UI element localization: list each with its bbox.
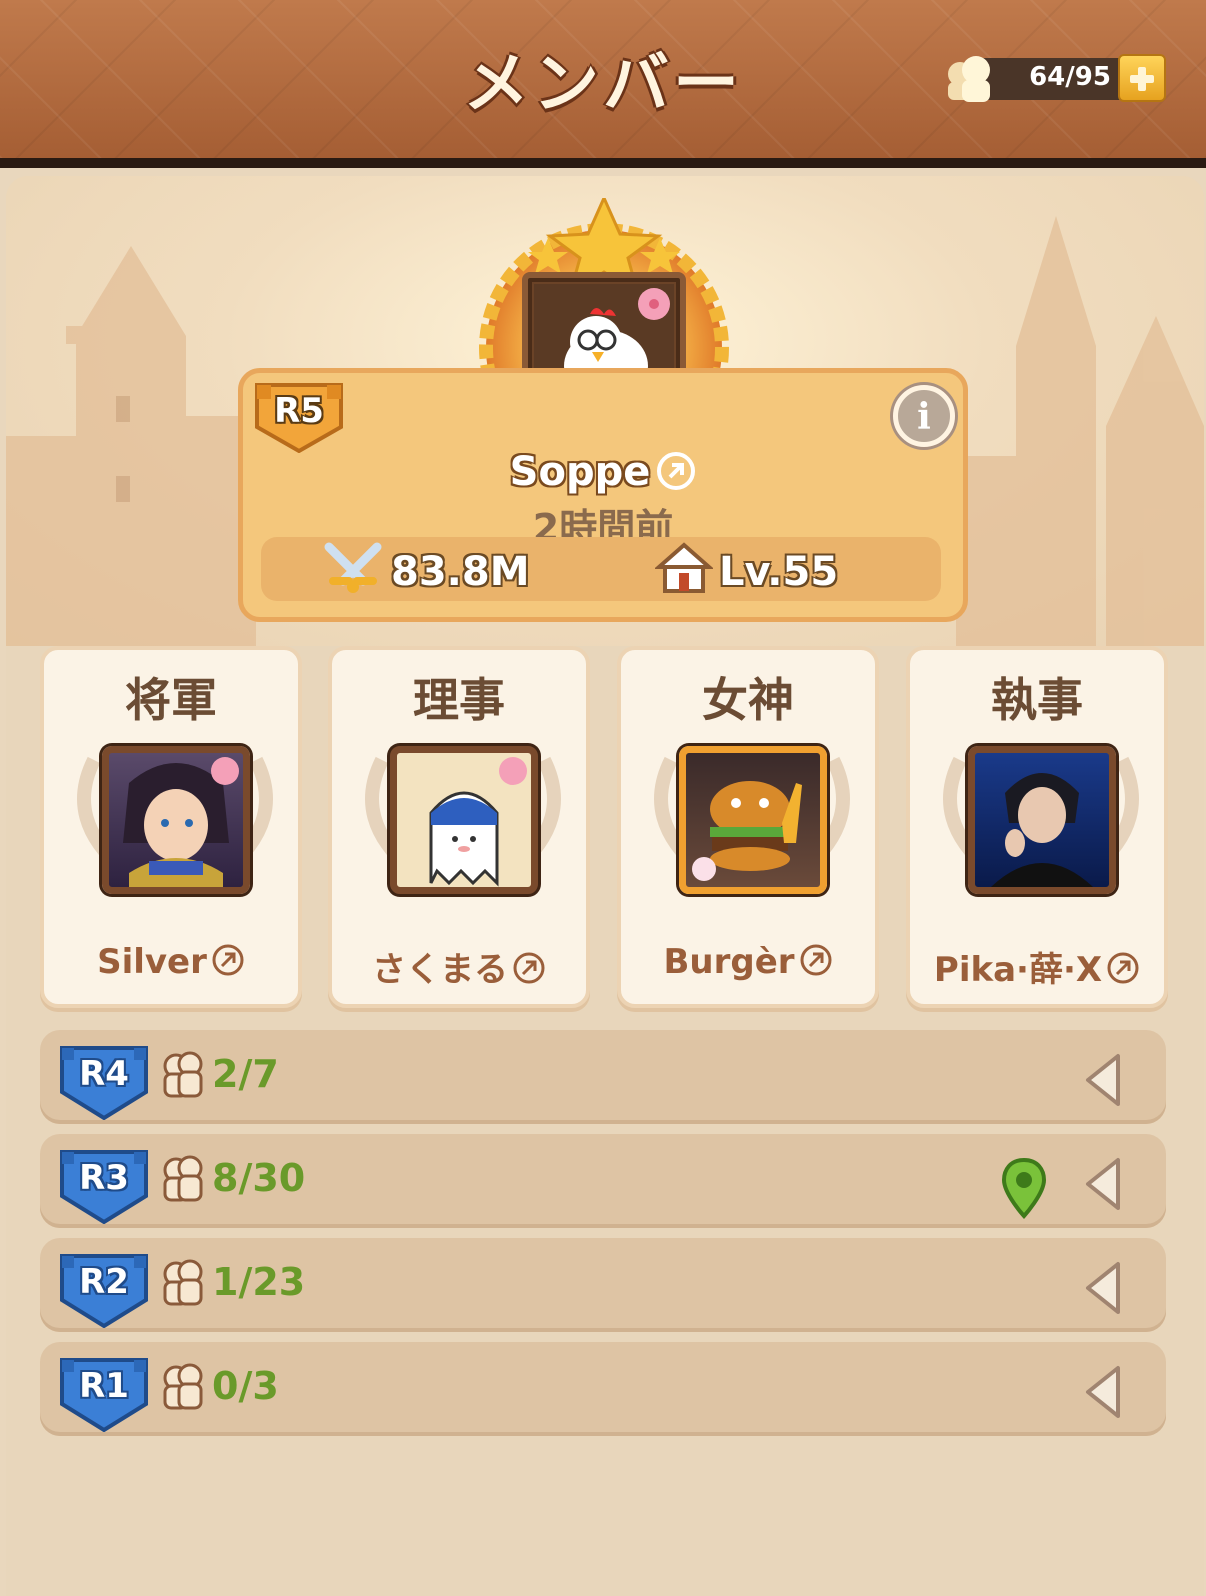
rank-badge: R4 [58, 1044, 150, 1121]
triangle-left-icon[interactable] [1082, 1050, 1126, 1110]
leader-name: Soppe [509, 449, 651, 495]
location-pin-icon [1001, 1157, 1047, 1219]
triangle-left-icon[interactable] [1082, 1154, 1126, 1214]
officer-avatar [102, 746, 250, 894]
rank-row-r4[interactable]: R4 2/7 [40, 1030, 1166, 1124]
ghost-portrait-icon [429, 757, 527, 887]
officer-avatar [968, 746, 1116, 894]
crossed-swords-icon [324, 542, 382, 593]
officer-title: 理事 [413, 673, 505, 727]
leader-rank-badge: R5 [253, 381, 345, 453]
triangle-left-icon[interactable] [1082, 1362, 1126, 1422]
house-icon [655, 542, 713, 593]
people-icon [948, 56, 990, 102]
building-stat: Lv.55 [655, 542, 855, 595]
officer-name-line: さくまる [332, 942, 586, 991]
power-stat: 83.8M [323, 542, 583, 595]
leader-card: R5 i Soppe 2時間前 83.8M Lv.55 [238, 368, 968, 622]
info-icon: i [917, 396, 931, 438]
rank-count: 8/30 [212, 1156, 306, 1200]
member-counter: 64/95 [940, 52, 1172, 104]
top-bar: メンバー 64/95 [0, 0, 1206, 168]
burger-portrait-icon [692, 781, 802, 881]
officer-name-line: Silver [44, 942, 298, 982]
officer-name-line: Burgèr [621, 942, 875, 982]
castle-left-icon [6, 246, 256, 646]
info-button[interactable]: i [893, 385, 955, 447]
rank-count: 2/7 [212, 1052, 279, 1096]
officer-title: 将軍 [125, 673, 217, 727]
rank-row-r3[interactable]: R3 8/30 [40, 1134, 1166, 1228]
people-icon [163, 1155, 203, 1202]
person-portrait-icon [991, 773, 1093, 887]
rank-count: 1/23 [212, 1260, 306, 1304]
rank-row-r1[interactable]: R1 0/3 [40, 1342, 1166, 1436]
people-icon [163, 1051, 203, 1098]
leader-name-line: Soppe [243, 449, 963, 495]
officer-card-goddess[interactable]: 女神 Burgèr [617, 646, 879, 1008]
officer-name: さくまる [372, 950, 508, 990]
link-icon[interactable] [656, 451, 696, 491]
officer-name-line: Pika·薛·X [910, 942, 1164, 991]
rank-badge: R3 [58, 1148, 150, 1225]
building-level: Lv.55 [719, 549, 839, 595]
people-icon [163, 1259, 203, 1306]
link-icon[interactable] [799, 943, 833, 977]
link-icon[interactable] [1106, 951, 1140, 985]
triangle-left-icon[interactable] [1082, 1258, 1126, 1318]
officer-title: 女神 [702, 673, 794, 727]
plus-icon[interactable] [1118, 54, 1166, 102]
rank-row-r2[interactable]: R2 1/23 [40, 1238, 1166, 1332]
castle-right-icon [956, 216, 1204, 646]
officer-card-general[interactable]: 将軍 Silver [40, 646, 302, 1008]
rank-badge: R1 [58, 1356, 150, 1433]
rank-count: 0/3 [212, 1364, 279, 1408]
leader-stats: 83.8M Lv.55 [261, 537, 941, 601]
link-icon[interactable] [512, 951, 546, 985]
officer-card-butler[interactable]: 執事 Pika·薛·X [906, 646, 1168, 1008]
officer-card-director[interactable]: 理事 さくまる [328, 646, 590, 1008]
officer-avatar [679, 746, 827, 894]
people-icon [163, 1363, 203, 1410]
power-value: 83.8M [391, 549, 530, 595]
warrior-portrait-icon [123, 757, 239, 887]
officer-name: Burgèr [663, 942, 795, 982]
officer-name: Silver [97, 942, 207, 982]
officer-avatar [390, 746, 538, 894]
officer-title: 執事 [991, 673, 1083, 727]
officer-name: Pika·薛·X [933, 950, 1103, 990]
link-icon[interactable] [211, 943, 245, 977]
rank-badge: R2 [58, 1252, 150, 1329]
